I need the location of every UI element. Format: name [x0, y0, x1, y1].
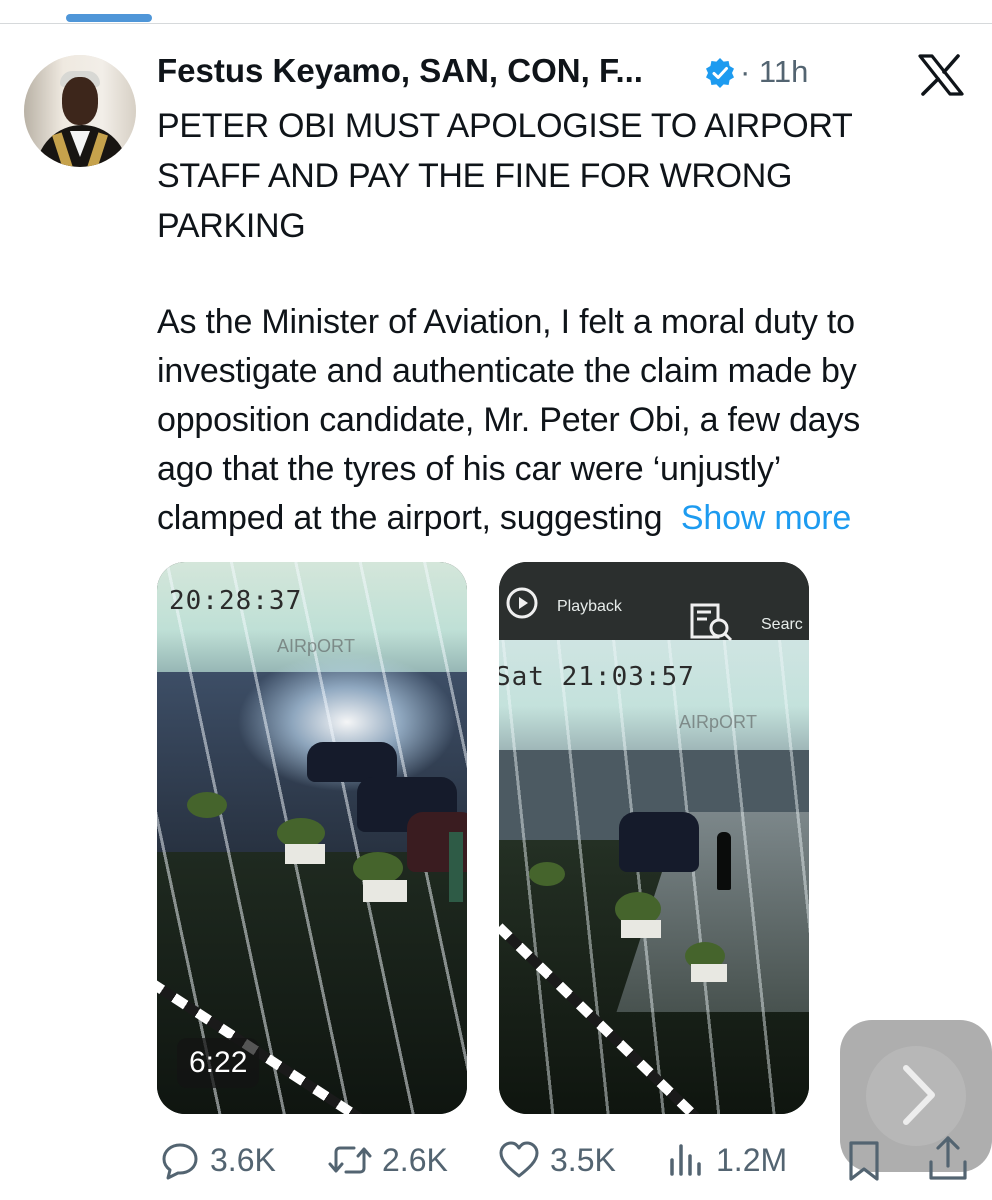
repost-count: 2.6K — [382, 1141, 448, 1178]
avatar[interactable] — [24, 55, 136, 167]
scene-car — [307, 742, 397, 782]
headline-line: PARKING — [157, 207, 306, 245]
verified-badge-icon — [706, 58, 734, 88]
scene-car — [619, 812, 699, 872]
view-count: 1.2M — [716, 1141, 788, 1178]
scene-plant — [187, 792, 227, 818]
scene-person — [717, 832, 731, 890]
scene-planter — [363, 880, 407, 902]
avatar-face — [62, 77, 98, 125]
scene-plant — [529, 862, 565, 886]
body-line: As the Minister of Aviation, I felt a mo… — [157, 303, 855, 341]
top-tab-indicator — [66, 14, 152, 22]
headline-line: PETER OBI MUST APOLOGISE TO AIRPORT — [157, 107, 853, 145]
x-logo-icon[interactable] — [918, 54, 964, 96]
body-line-last: clamped at the airport, suggesting Show … — [157, 494, 977, 543]
bookmark-icon[interactable] — [846, 1140, 882, 1182]
body-line: opposition candidate, Mr. Peter Obi, a f… — [157, 401, 861, 439]
reply-button[interactable]: 3.6K — [160, 1138, 276, 1182]
body-line: ago that the tyres of his car were ‘unju… — [157, 450, 782, 488]
scene-planter — [691, 964, 727, 982]
repost-button[interactable]: 2.6K — [328, 1138, 448, 1182]
mirrored-sign-text: TЯOqЯIA — [277, 636, 356, 656]
mirrored-sign-text: TЯOqЯIA — [679, 712, 758, 732]
scene-planter — [621, 920, 661, 938]
search-label[interactable]: Searc — [761, 616, 803, 634]
video-thumbnail-2[interactable]: Playback Searc Sat 21:03:57 TЯOqЯIA — [499, 562, 809, 1114]
body-line: investigate and authenticate the claim m… — [157, 352, 857, 390]
repost-icon — [328, 1146, 372, 1174]
views-button[interactable]: 1.2M — [666, 1138, 787, 1182]
search-icon[interactable] — [689, 602, 735, 644]
top-divider — [0, 23, 992, 24]
scene-sign — [449, 832, 463, 902]
video-2-scene — [499, 562, 809, 1114]
scene-planter — [285, 844, 325, 864]
share-icon[interactable] — [926, 1134, 970, 1182]
cctv-timestamp: 20:28:37 — [169, 586, 303, 616]
like-count: 3.5K — [550, 1141, 616, 1178]
playback-icon[interactable] — [505, 586, 539, 620]
reply-count: 3.6K — [210, 1141, 276, 1178]
tweet-headline: PETER OBI MUST APOLOGISE TO AIRPORT STAF… — [157, 101, 947, 251]
cctv-timestamp: Sat 21:03:57 — [499, 662, 695, 692]
video-duration: 6:22 — [177, 1038, 260, 1088]
author-name[interactable]: Festus Keyamo, SAN, CON, F... — [157, 52, 643, 90]
headline-line: STAFF AND PAY THE FINE FOR WRONG — [157, 157, 793, 195]
chevron-right-icon — [903, 1065, 935, 1125]
show-more-link[interactable]: Show more — [681, 499, 851, 537]
like-button[interactable]: 3.5K — [498, 1138, 616, 1182]
like-icon — [499, 1141, 539, 1178]
video-thumbnail-1[interactable]: 20:28:37 TЯOqЯIA 6:22 — [157, 562, 467, 1114]
playback-label[interactable]: Playback — [557, 598, 622, 616]
views-icon — [670, 1144, 701, 1176]
reply-icon — [162, 1143, 198, 1180]
tweet-time[interactable]: · 11h — [740, 54, 808, 90]
body-line: clamped at the airport, suggesting — [157, 499, 663, 537]
tweet-body: As the Minister of Aviation, I felt a mo… — [157, 298, 977, 543]
